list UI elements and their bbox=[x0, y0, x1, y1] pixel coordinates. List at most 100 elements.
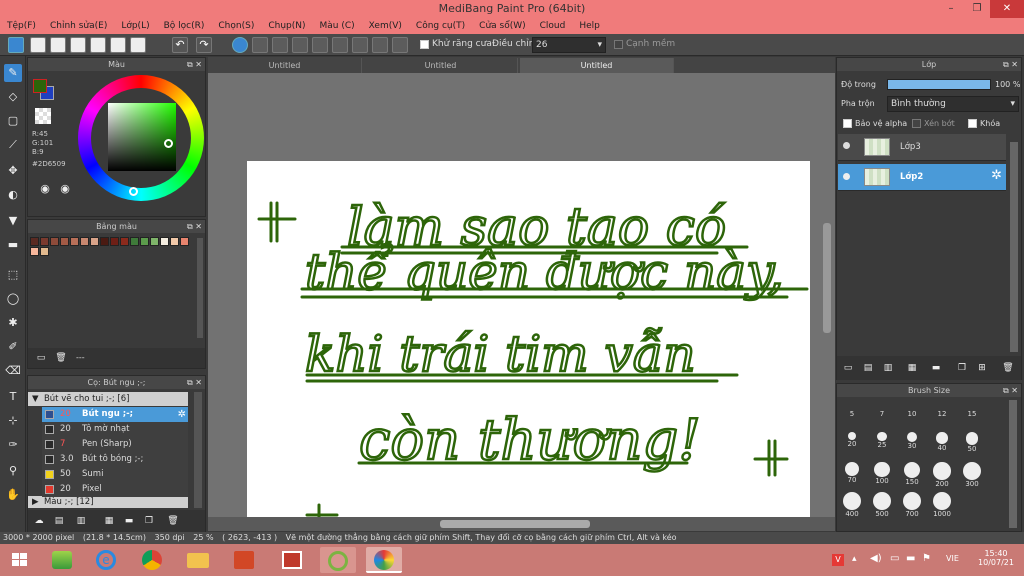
opacity-slider[interactable] bbox=[887, 79, 991, 90]
protect-alpha-checkbox[interactable] bbox=[843, 119, 852, 128]
gear-icon[interactable]: ✲ bbox=[178, 407, 186, 422]
crosshair-snap-icon[interactable] bbox=[272, 37, 288, 53]
layer-row[interactable]: Lớp3 bbox=[838, 134, 1006, 161]
cloud-icon[interactable] bbox=[8, 37, 24, 53]
battery-icon[interactable]: ▬ bbox=[906, 553, 915, 564]
menu-snap[interactable]: Chụp(N) bbox=[261, 18, 312, 34]
panel-close-icon[interactable]: ⧉ ✕ bbox=[187, 220, 202, 233]
ie-icon[interactable]: e bbox=[88, 547, 124, 573]
saturation-value-square[interactable] bbox=[108, 103, 176, 171]
palette-swatch[interactable] bbox=[170, 237, 179, 246]
app-store-icon[interactable] bbox=[274, 547, 310, 573]
palette-swatch[interactable] bbox=[120, 237, 129, 246]
clipping-checkbox[interactable] bbox=[912, 119, 921, 128]
transparent-swatch[interactable] bbox=[35, 108, 51, 124]
brush-size-option[interactable]: 10 bbox=[899, 400, 925, 428]
palette-swatch[interactable] bbox=[110, 237, 119, 246]
zoom-tool-icon[interactable]: ⚲ bbox=[4, 462, 22, 480]
upload-icon[interactable] bbox=[30, 37, 46, 53]
shape-fill-icon[interactable]: ◐ bbox=[4, 186, 22, 204]
redo-icon[interactable]: ↷ bbox=[196, 37, 212, 53]
menu-file[interactable]: Tệp(F) bbox=[0, 18, 43, 34]
wacom-icon[interactable] bbox=[320, 547, 356, 573]
brush-row[interactable]: 20 Tô mờ nhạt bbox=[42, 422, 188, 437]
correction-select[interactable]: 26 ▾ bbox=[532, 37, 606, 53]
trash-icon[interactable]: 🗑 bbox=[164, 512, 182, 530]
menu-view[interactable]: Xem(V) bbox=[362, 18, 409, 34]
menu-cloud[interactable]: Cloud bbox=[533, 18, 573, 34]
curve-snap-icon[interactable] bbox=[352, 37, 368, 53]
brush-add-icon[interactable]: ▤ bbox=[50, 512, 68, 530]
bucket-tool-icon[interactable]: ▼ bbox=[4, 212, 22, 230]
brush-size-option[interactable]: 700 bbox=[899, 490, 925, 518]
hue-handle[interactable] bbox=[129, 187, 138, 196]
menu-help[interactable]: Help bbox=[572, 18, 607, 34]
horizontal-scrollbar[interactable] bbox=[440, 520, 590, 528]
brush-tool-icon[interactable]: ✎ bbox=[4, 64, 22, 82]
settings-snap-icon[interactable] bbox=[392, 37, 408, 53]
panel-close-icon[interactable]: ⧉ ✕ bbox=[1003, 58, 1018, 71]
edge-checkbox[interactable] bbox=[614, 40, 623, 49]
trash-icon[interactable]: 🗑 bbox=[999, 359, 1017, 377]
gear-icon[interactable]: ✲ bbox=[991, 168, 1002, 183]
vertical-scrollbar[interactable] bbox=[823, 223, 831, 333]
magic-wand-icon[interactable]: ✱ bbox=[4, 314, 22, 332]
duplicate-icon[interactable]: ❐ bbox=[953, 359, 971, 377]
clock[interactable]: 15:40 10/07/21 bbox=[978, 549, 1014, 567]
brush-scrollbar[interactable] bbox=[194, 392, 202, 508]
vietkey-icon[interactable]: V bbox=[832, 554, 844, 566]
color-picker-handle[interactable] bbox=[164, 139, 173, 148]
comment-icon[interactable] bbox=[70, 37, 86, 53]
medibang-taskbar-icon[interactable] bbox=[366, 547, 402, 573]
palette-swatch[interactable] bbox=[60, 237, 69, 246]
tab-untitled-2[interactable]: Untitled bbox=[364, 58, 518, 73]
move-tool-icon[interactable]: ✥ bbox=[4, 162, 22, 180]
palette-swatch[interactable] bbox=[140, 237, 149, 246]
brush-size-option[interactable]: 500 bbox=[869, 490, 895, 518]
menu-filter[interactable]: Bộ lọc(R) bbox=[157, 18, 212, 34]
palette-swatch[interactable] bbox=[150, 237, 159, 246]
line-tool-icon[interactable]: ⟋ bbox=[4, 136, 22, 154]
text-tool-icon[interactable]: T bbox=[4, 388, 22, 406]
brush-size-option[interactable]: 100 bbox=[869, 460, 895, 488]
canvas-area[interactable]: làm sao tao có thể quên được này, khi tr… bbox=[208, 73, 835, 517]
new-layer-icon[interactable]: ▭ bbox=[839, 359, 857, 377]
brush-size-option[interactable]: 70 bbox=[839, 460, 865, 488]
palette-swatch[interactable] bbox=[130, 237, 139, 246]
palette-swatch[interactable] bbox=[30, 247, 39, 256]
radial-snap-icon[interactable] bbox=[312, 37, 328, 53]
foreground-color-swatch[interactable] bbox=[33, 79, 47, 93]
minimize-button[interactable]: – bbox=[938, 0, 964, 18]
brush-row[interactable]: 50 Sumi bbox=[42, 467, 188, 482]
brush-size-option[interactable]: 1000 bbox=[929, 490, 955, 518]
document-icon[interactable] bbox=[90, 37, 106, 53]
close-button[interactable]: ✕ bbox=[990, 0, 1024, 18]
lasso-tool-icon[interactable]: ◯ bbox=[4, 290, 22, 308]
brush-size-option[interactable]: 15 bbox=[959, 400, 985, 428]
select-pen-icon[interactable]: ✐ bbox=[4, 338, 22, 356]
flag-icon[interactable]: ⚑ bbox=[922, 553, 931, 564]
brush-size-option[interactable]: 12 bbox=[929, 400, 955, 428]
menu-edit[interactable]: Chỉnh sửa(E) bbox=[43, 18, 114, 34]
palette-swatch[interactable] bbox=[40, 247, 49, 256]
chrome-icon[interactable] bbox=[134, 547, 170, 573]
no-snap-icon[interactable] bbox=[232, 37, 248, 53]
menu-layer[interactable]: Lớp(L) bbox=[114, 18, 156, 34]
eraser-tool-icon[interactable]: ◇ bbox=[4, 88, 22, 106]
network-icon[interactable]: ▭ bbox=[890, 553, 899, 564]
brush-size-option[interactable]: 25 bbox=[869, 430, 895, 458]
rotate-snap-icon[interactable] bbox=[372, 37, 388, 53]
brush-size-option[interactable]: 5 bbox=[839, 400, 865, 428]
gradient-tool-icon[interactable]: ▬ bbox=[4, 236, 22, 254]
language-indicator[interactable]: VIE bbox=[946, 554, 959, 563]
palette-swatch[interactable] bbox=[30, 237, 39, 246]
file-explorer-icon[interactable] bbox=[180, 547, 216, 573]
palette-swatch[interactable] bbox=[180, 237, 189, 246]
antialias-checkbox[interactable] bbox=[420, 40, 429, 49]
menu-tools[interactable]: Công cụ(T) bbox=[409, 18, 472, 34]
brush-size-option[interactable]: 150 bbox=[899, 460, 925, 488]
trash-icon[interactable]: 🗑 bbox=[52, 349, 70, 367]
brush-size-option[interactable]: 40 bbox=[929, 430, 955, 458]
operation-tool-icon[interactable]: ⊹ bbox=[4, 412, 22, 430]
chat-icon[interactable] bbox=[50, 37, 66, 53]
